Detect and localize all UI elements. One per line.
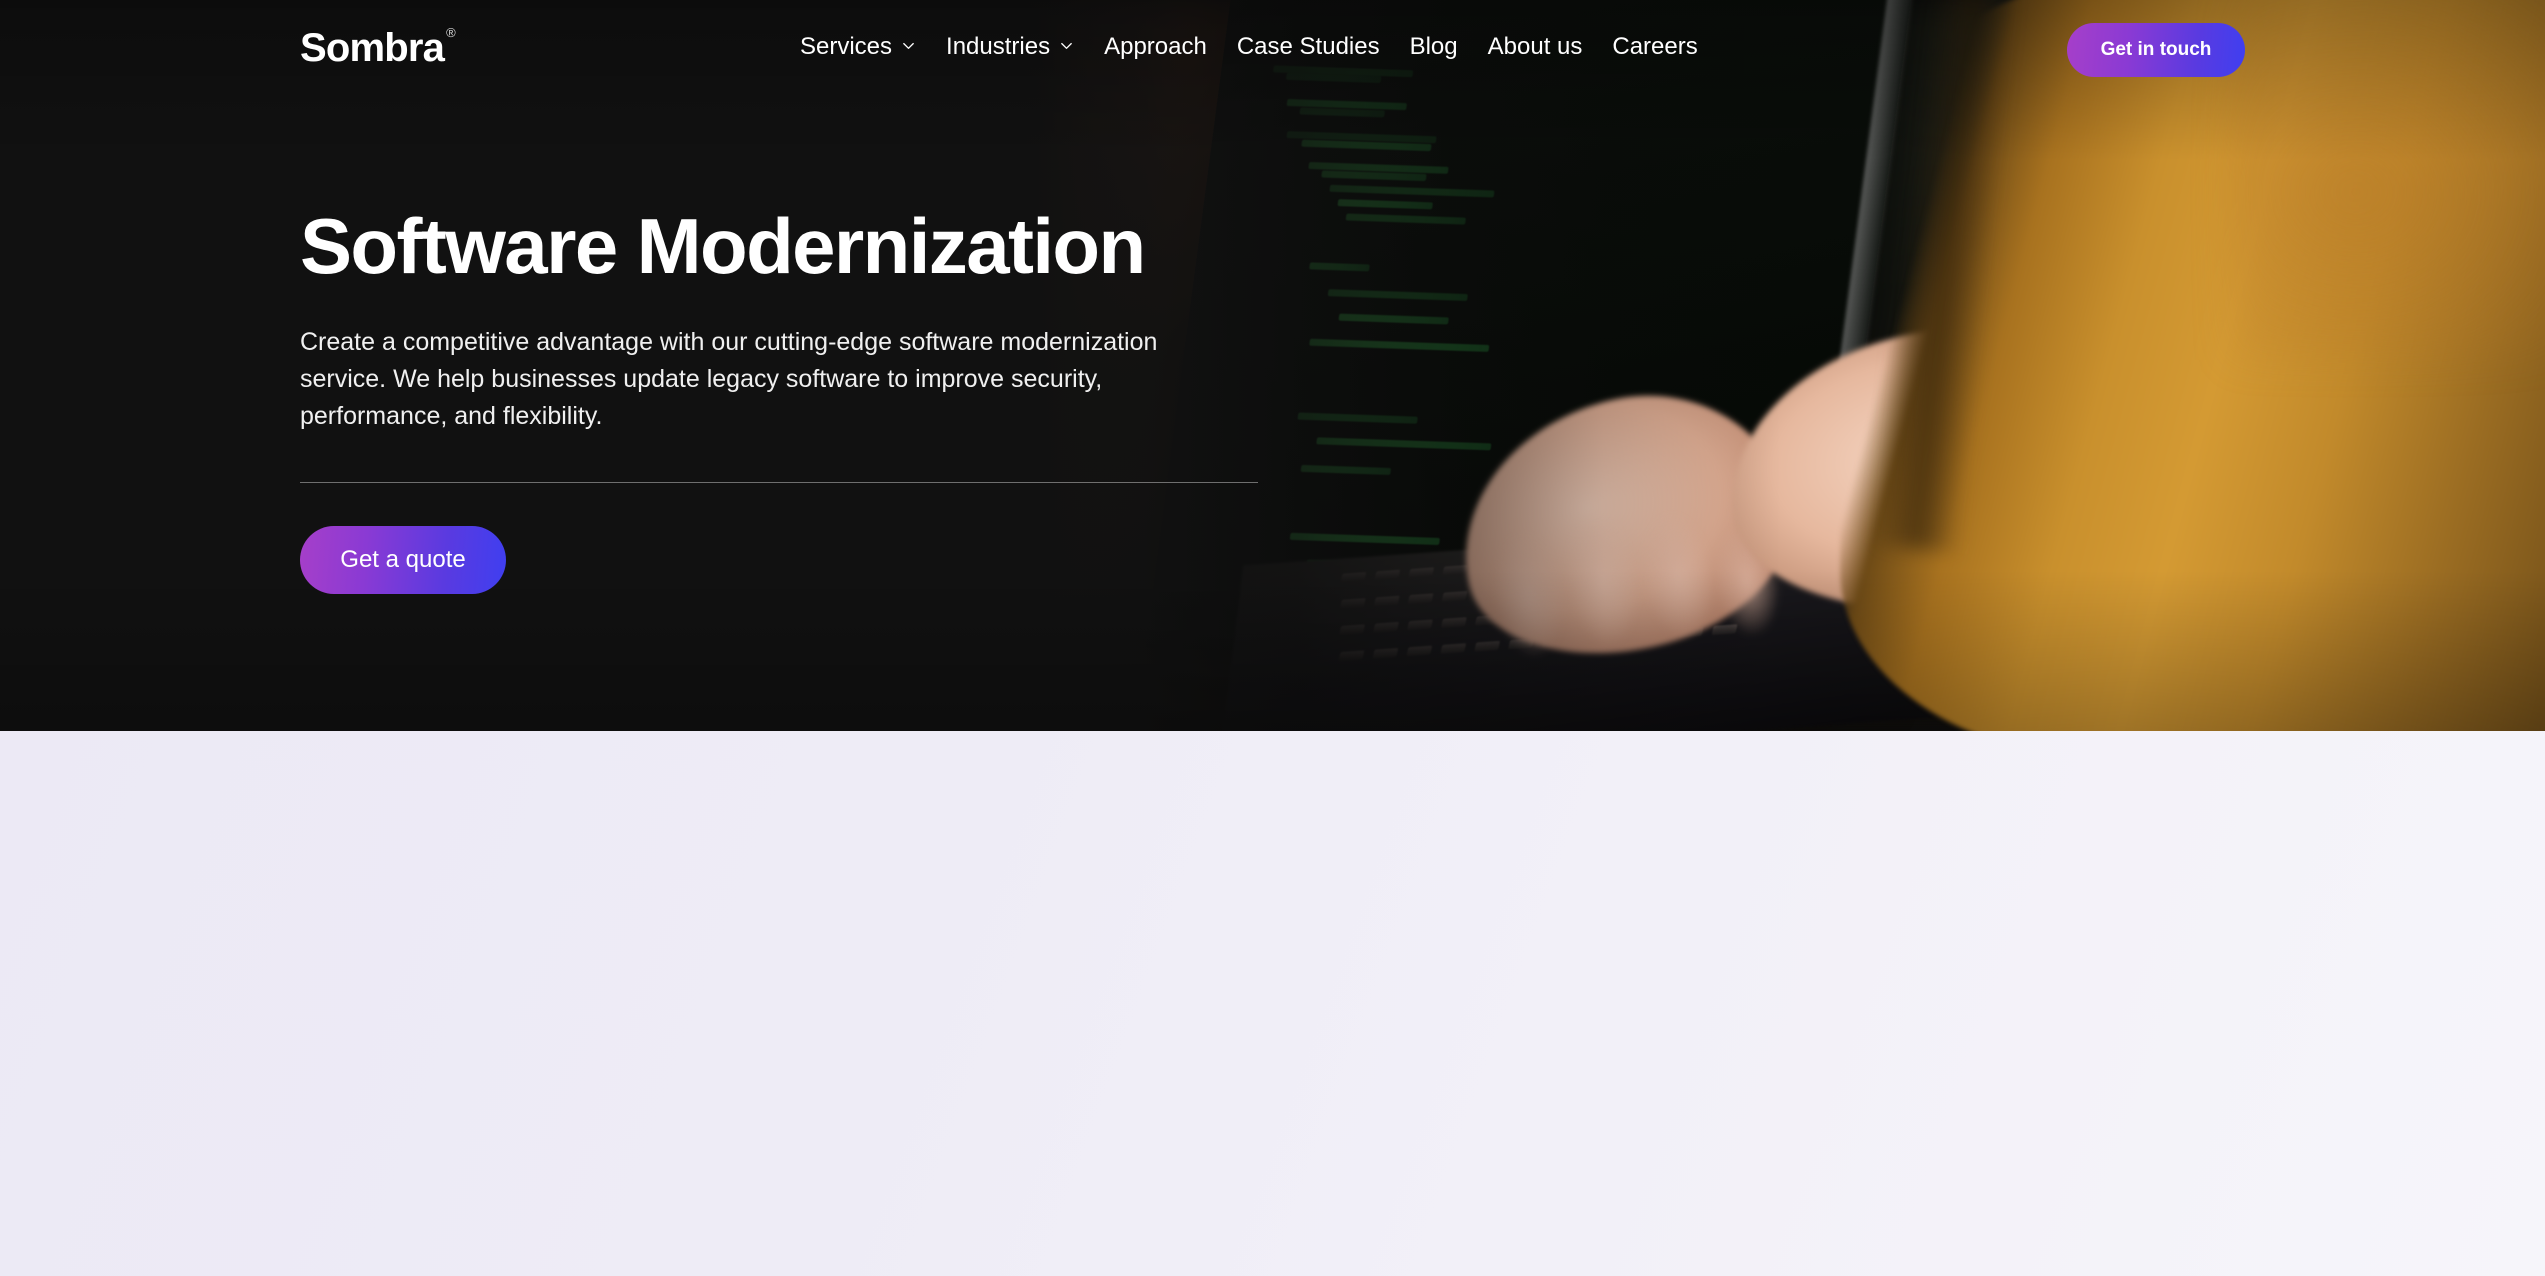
hero-subtitle: Create a competitive advantage with our … [300,324,1250,435]
nav-item-careers[interactable]: Careers [1612,35,1697,59]
nav-item-label: Industries [946,35,1050,59]
chevron-down-icon [1059,38,1074,53]
nav-item-approach[interactable]: Approach [1104,35,1207,59]
registered-trademark-icon: ® [446,25,455,40]
get-a-quote-button[interactable]: Get a quote [300,526,506,594]
nav-item-case-studies[interactable]: Case Studies [1237,35,1380,59]
nav-item-label: Approach [1104,35,1207,59]
site-header: Sombra ® Services Industries Approach Case S… [0,0,2545,110]
hero-section: Sombra ® Services Industries Approach Case S… [0,0,2545,731]
business-challenges-section: Business Challenges We Address 01Softwar… [0,731,2545,1276]
nav-item-label: Careers [1612,35,1697,59]
page-title: Software Modernization [300,205,1258,288]
logo-text: Sombra [300,26,444,70]
get-in-touch-button[interactable]: Get in touch [2067,23,2245,77]
hero-content: Software Modernization Create a competit… [300,205,1258,594]
nav-item-services[interactable]: Services [800,35,916,59]
nav-item-label: Case Studies [1237,35,1380,59]
nav-item-label: Blog [1410,35,1458,59]
main-navigation: Services Industries Approach Case Studies Bl… [800,35,1698,59]
nav-item-industries[interactable]: Industries [946,35,1074,59]
nav-item-label: About us [1488,35,1583,59]
nav-item-about-us[interactable]: About us [1488,35,1583,59]
nav-item-label: Services [800,35,892,59]
site-logo[interactable]: Sombra ® [300,28,453,68]
chevron-down-icon [901,38,916,53]
nav-item-blog[interactable]: Blog [1410,35,1458,59]
hero-divider [300,482,1258,483]
